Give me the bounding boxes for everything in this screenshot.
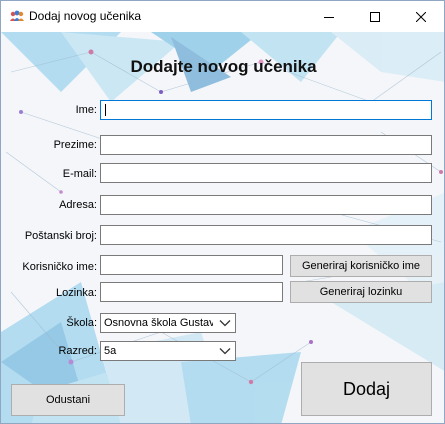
minimize-icon [324,16,334,18]
maximize-button[interactable] [352,1,398,32]
chevron-down-icon [219,320,231,327]
prezime-label: Prezime: [53,139,97,151]
prezime-field[interactable] [100,135,432,155]
users-icon [10,10,24,21]
form-heading: Dodajte novog učenika [130,57,317,76]
razred-selected-value: 5a [104,345,117,357]
adresa-label: Adresa: [59,199,97,211]
lozinka-field[interactable] [100,282,283,302]
close-button[interactable] [398,1,444,32]
skola-select[interactable]: Osnovna škola Gustav I [100,313,236,333]
cancel-button[interactable]: Odustani [11,384,125,416]
form-area: Dodajte novog učenika Ime: Prezime: E-ma… [1,32,444,423]
razred-label: Razred: [58,345,97,357]
skola-label: Škola: [66,317,97,329]
text-caret [105,104,106,116]
generate-password-button[interactable]: Generiraj lozinku [290,281,432,303]
maximize-icon [370,11,380,22]
generate-username-button[interactable]: Generiraj korisničko ime [290,255,432,277]
close-icon [416,11,426,22]
title-bar[interactable]: Dodaj novog učenika [1,1,444,32]
razred-select[interactable]: 5a [100,341,236,361]
minimize-button[interactable] [306,1,352,32]
dialog-window: Dodaj novog učenika Dodajte novog učenik… [0,0,445,424]
ime-field[interactable] [100,100,432,120]
lozinka-label: Lozinka: [56,287,97,299]
postanski-broj-field[interactable] [100,225,432,245]
email-field[interactable] [100,163,432,183]
skola-selected-value: Osnovna škola Gustav I [104,317,213,329]
add-button[interactable]: Dodaj [301,362,432,416]
email-label: E-mail: [62,168,97,180]
window-title: Dodaj novog učenika [29,9,142,23]
adresa-field[interactable] [100,195,432,215]
ime-label: Ime: [75,104,97,116]
chevron-down-icon [219,348,231,355]
korisnicko-ime-label: Korisničko ime: [22,261,97,273]
korisnicko-ime-field[interactable] [100,255,283,275]
postanski-broj-label: Poštanski broj: [24,230,97,242]
